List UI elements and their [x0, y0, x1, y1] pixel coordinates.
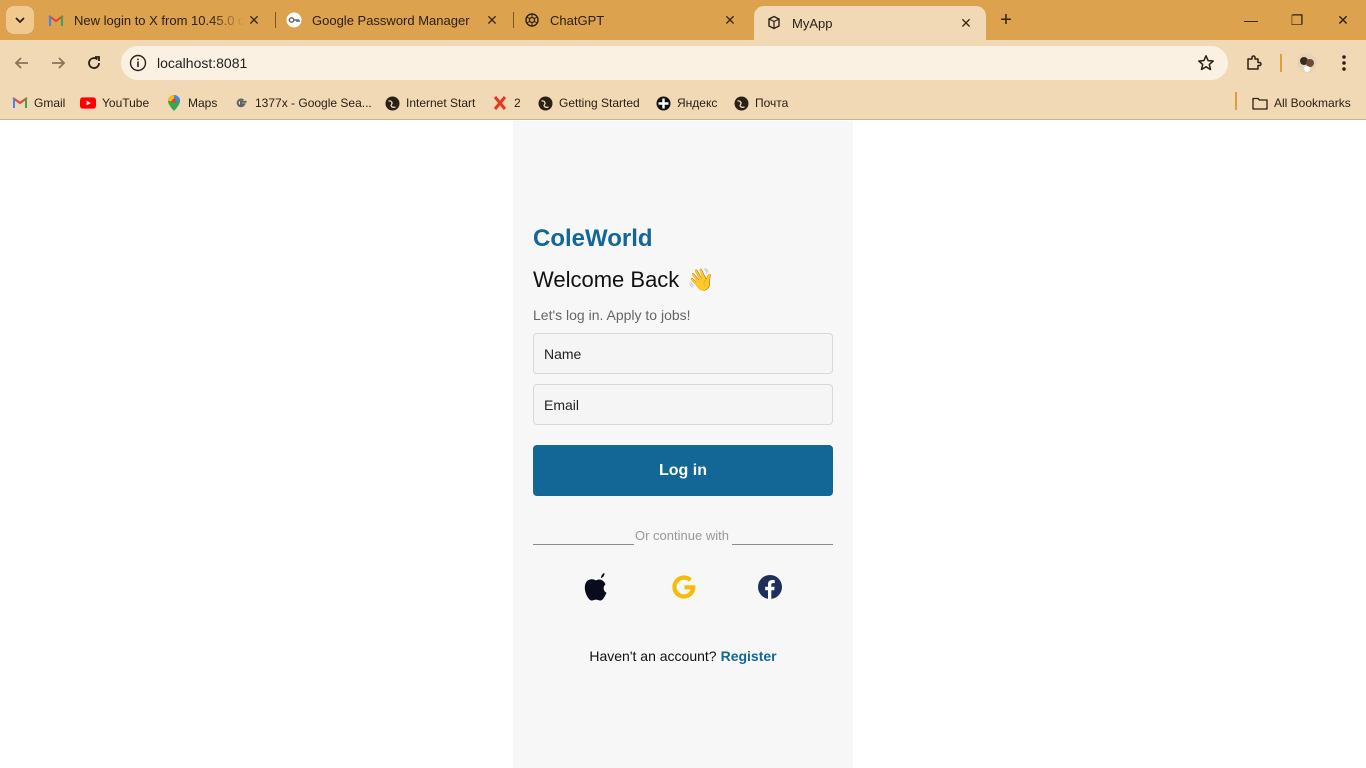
- facebook-login-button[interactable]: [754, 571, 786, 603]
- welcome-text: Welcome Back: [533, 267, 680, 292]
- close-tab-icon[interactable]: ✕: [244, 10, 264, 30]
- login-panel: ColeWorld Welcome Back 👋 Let's log in. A…: [513, 121, 853, 768]
- extensions-button[interactable]: [1240, 49, 1268, 77]
- page-content: ColeWorld Welcome Back 👋 Let's log in. A…: [0, 121, 1366, 768]
- tab-myapp[interactable]: MyApp ✕: [754, 6, 986, 40]
- bookmark-label: 2: [514, 96, 521, 110]
- google-login-button[interactable]: [668, 571, 700, 603]
- bookmark-gmail[interactable]: Gmail: [12, 92, 65, 114]
- bookmark-star-icon[interactable]: [1196, 53, 1216, 73]
- browser-toolbar: localhost:8081: [0, 40, 1366, 86]
- chevron-down-icon: [15, 17, 25, 24]
- folder-icon: [1252, 95, 1268, 111]
- close-window-button[interactable]: ✕: [1320, 0, 1366, 40]
- divider-text: Or continue with: [635, 528, 729, 543]
- bookmarks-bar: Gmail YouTube Maps 1377x - Google Sea...…: [0, 86, 1366, 120]
- puzzle-icon: [1247, 55, 1262, 70]
- password-manager-icon: [286, 12, 302, 28]
- tab-title: Google Password Manager: [312, 12, 470, 28]
- tab-password-manager[interactable]: Google Password Manager ✕: [274, 0, 512, 40]
- chatgpt-icon: [524, 12, 540, 28]
- tab-strip: New login to X from 10.45.0 on ✕ Google …: [0, 0, 1366, 40]
- browser-menu-button[interactable]: [1330, 49, 1358, 77]
- login-button[interactable]: Log in: [533, 445, 833, 496]
- bookmark-yandex[interactable]: Яндекс: [655, 92, 717, 114]
- register-row: Haven't an account? Register: [513, 648, 853, 664]
- tab-title: MyApp: [792, 15, 833, 31]
- toolbar-divider: [1280, 54, 1282, 72]
- minimize-button[interactable]: —: [1228, 0, 1274, 40]
- bookmark-label: Maps: [188, 96, 218, 110]
- bookmark-label: YouTube: [102, 96, 150, 110]
- youtube-icon: [80, 95, 96, 111]
- close-tab-icon[interactable]: ✕: [956, 13, 976, 33]
- new-tab-button[interactable]: +: [994, 8, 1018, 32]
- reload-icon: [88, 56, 100, 69]
- bookmark-label: Internet Start: [406, 96, 476, 110]
- gmail-icon: [12, 95, 28, 111]
- name-input[interactable]: [533, 333, 833, 374]
- bookmark-getting-started[interactable]: Getting Started: [537, 92, 640, 114]
- forward-arrow-icon: [52, 57, 66, 69]
- back-arrow-icon: [14, 57, 28, 69]
- login-subtitle: Let's log in. Apply to jobs!: [533, 307, 691, 323]
- tab-search-button[interactable]: [6, 6, 34, 34]
- email-input[interactable]: [533, 384, 833, 425]
- bookmark-x[interactable]: 2: [492, 92, 521, 114]
- register-link[interactable]: Register: [721, 648, 777, 664]
- forward-button[interactable]: [44, 49, 72, 77]
- apple-login-button[interactable]: [580, 571, 612, 603]
- all-bookmarks-button[interactable]: All Bookmarks: [1252, 92, 1351, 114]
- wave-emoji: 👋: [687, 267, 715, 292]
- register-prompt: Haven't an account?: [589, 648, 717, 664]
- bookmark-google-search[interactable]: 1377x - Google Sea...: [233, 92, 372, 114]
- apple-icon: [584, 573, 607, 601]
- tab-gmail[interactable]: New login to X from 10.45.0 on ✕: [36, 0, 274, 40]
- globe-icon: [537, 95, 553, 111]
- bookmark-youtube[interactable]: YouTube: [80, 92, 149, 114]
- facebook-icon: [758, 575, 782, 599]
- tab-title: ChatGPT: [550, 12, 605, 28]
- back-button[interactable]: [8, 49, 36, 77]
- bookmark-label: All Bookmarks: [1274, 96, 1351, 110]
- bookmark-maps[interactable]: Maps: [166, 92, 217, 114]
- brand-title: ColeWorld: [533, 225, 653, 252]
- close-tab-icon[interactable]: ✕: [720, 10, 740, 30]
- myapp-icon: [766, 15, 782, 31]
- bookmark-label: Gmail: [34, 96, 66, 110]
- bookmark-label: 1377x - Google Sea...: [255, 96, 372, 110]
- tab-title: New login to X from 10.45.0 on: [74, 12, 244, 28]
- address-bar[interactable]: localhost:8081: [121, 46, 1228, 80]
- address-text[interactable]: localhost:8081: [157, 55, 247, 71]
- bookmark-label: Почта: [755, 96, 789, 110]
- tab-chatgpt[interactable]: ChatGPT ✕: [512, 0, 750, 40]
- globe-icon: [733, 95, 749, 111]
- divider-line-right: [732, 544, 833, 545]
- google-icon: [233, 95, 249, 111]
- reload-button[interactable]: [80, 49, 108, 77]
- avatar: [1297, 53, 1317, 73]
- x-icon: [492, 95, 508, 111]
- more-vert-icon: [1342, 55, 1346, 71]
- bookmark-label: Яндекс: [677, 96, 718, 110]
- google-icon: [672, 575, 696, 599]
- divider-line-left: [533, 544, 634, 545]
- bookmark-pochta[interactable]: Почта: [733, 92, 788, 114]
- bookmarks-divider: [1235, 92, 1237, 110]
- yandex-icon: [655, 95, 671, 111]
- globe-icon: [384, 95, 400, 111]
- gmail-icon: [48, 12, 64, 28]
- profile-button[interactable]: [1293, 49, 1321, 77]
- maps-icon: [166, 95, 182, 111]
- bookmark-label: Getting Started: [559, 96, 640, 110]
- site-info-icon[interactable]: [123, 48, 153, 78]
- close-tab-icon[interactable]: ✕: [482, 10, 502, 30]
- bookmark-internet-start[interactable]: Internet Start: [384, 92, 475, 114]
- welcome-heading: Welcome Back 👋: [533, 267, 715, 293]
- restore-button[interactable]: ❐: [1274, 0, 1320, 40]
